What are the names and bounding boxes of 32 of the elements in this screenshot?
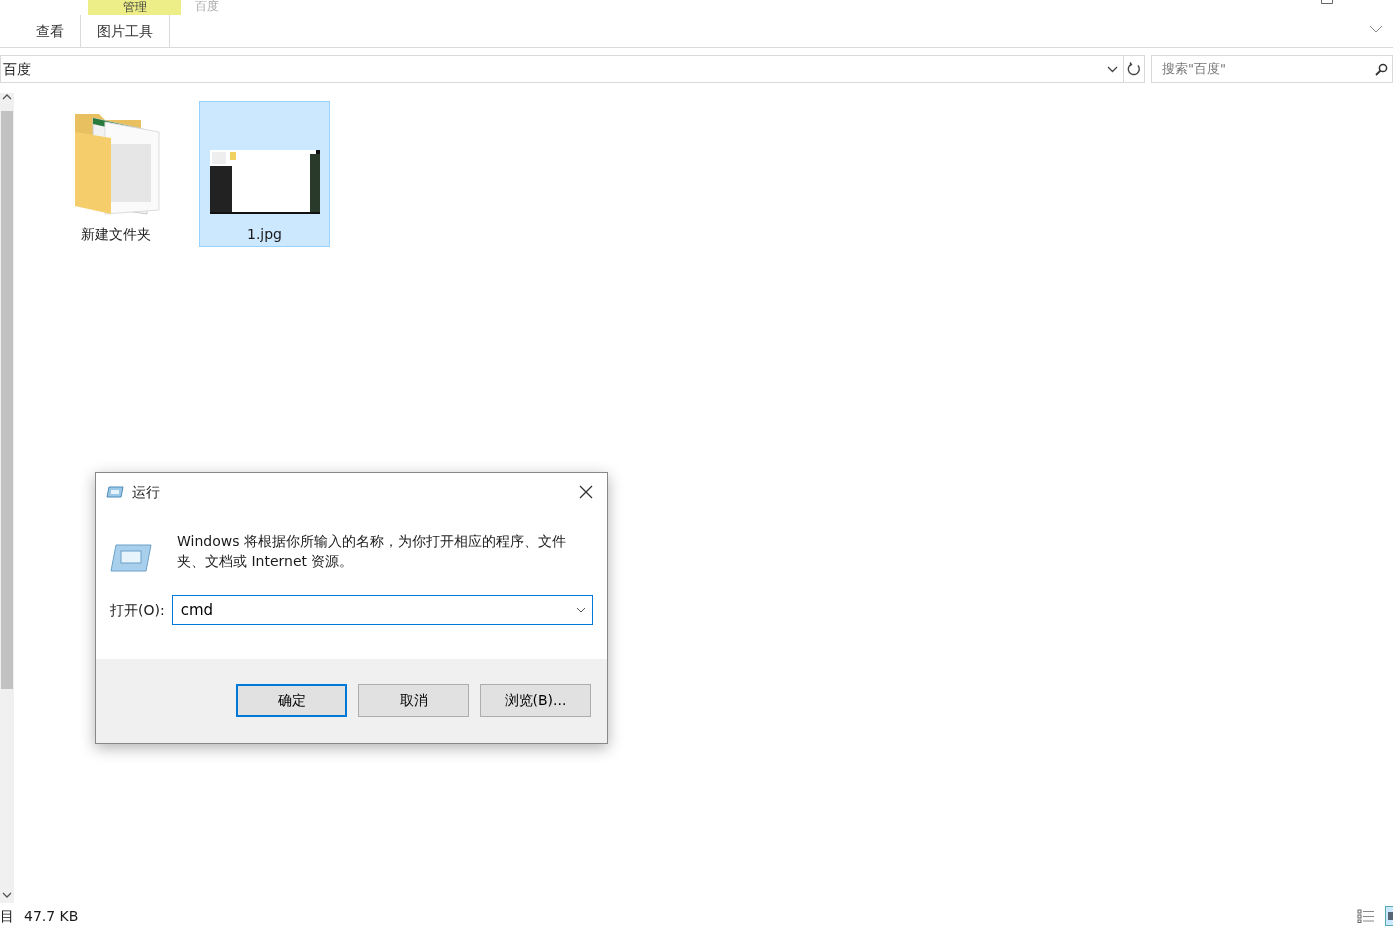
scroll-up-icon[interactable] (2, 93, 12, 101)
search-icon[interactable] (1375, 62, 1388, 76)
dialog-button[interactable]: 取消 (358, 684, 469, 717)
run-icon (110, 543, 152, 573)
address-bar[interactable]: 百度 (0, 55, 1124, 83)
refresh-button[interactable] (1123, 55, 1145, 83)
details-view-icon[interactable] (1357, 909, 1375, 923)
chevron-down-icon[interactable] (1369, 25, 1383, 34)
search-field[interactable]: 搜索"百度" (1151, 55, 1393, 83)
run-icon (106, 486, 124, 498)
close-icon[interactable] (579, 485, 593, 499)
file-item[interactable]: 新建文件夹 (50, 101, 181, 247)
dialog-button[interactable]: 确定 (236, 684, 347, 717)
item-count: 目 (0, 906, 14, 926)
window-title: 百度 (195, 0, 219, 12)
file-size: 47.7 KB (24, 906, 79, 926)
dialog-message: Windows 将根据你所输入的名称，为你打开相应的程序、文件夹、文档或 Internet 资源。 (177, 532, 567, 571)
file-name: 1.jpg (247, 225, 282, 244)
command-combo-box[interactable]: cmd (171, 595, 593, 625)
open-label: 打开(O): (110, 600, 165, 620)
thumbnail-view-icon[interactable] (1385, 906, 1393, 926)
ribbon-tab[interactable]: 查看 (20, 15, 80, 47)
dialog-title: 运行 (132, 482, 160, 502)
file-name: 新建文件夹 (80, 225, 151, 244)
address-path: 百度 (3, 59, 31, 79)
dropdown-icon[interactable] (576, 607, 586, 613)
maximize-icon[interactable] (1321, 0, 1333, 4)
scroll-down-icon[interactable] (2, 891, 12, 899)
file-item[interactable]: 1.jpg (199, 101, 330, 247)
refresh-icon[interactable] (1127, 62, 1141, 76)
context-tab-label: 管理 (88, 0, 181, 15)
dialog-button[interactable]: 浏览(B)... (480, 684, 591, 717)
